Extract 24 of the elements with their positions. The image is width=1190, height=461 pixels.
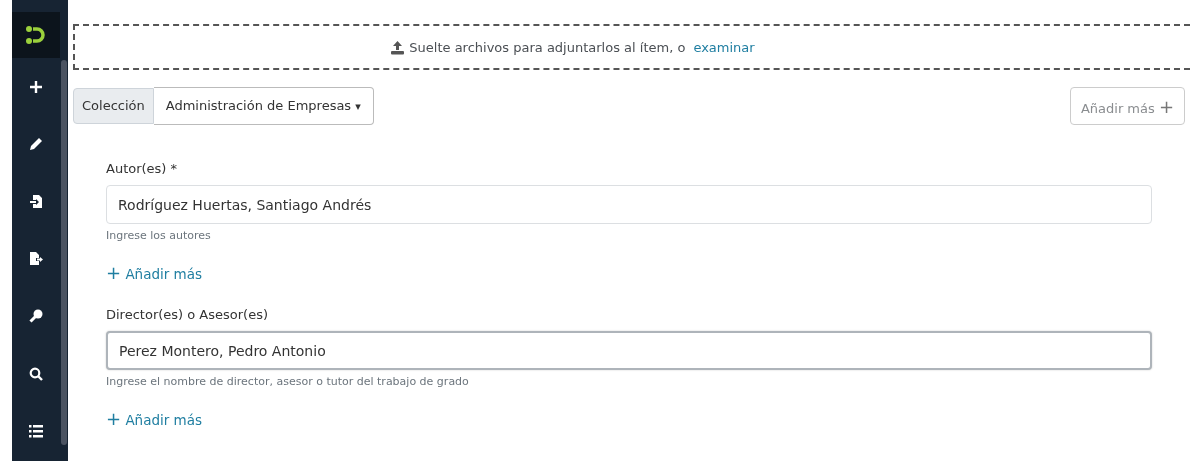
add-more-link[interactable]: + Añadir más xyxy=(106,262,203,283)
logo-icon xyxy=(12,12,60,58)
collection-dropdown[interactable]: Administración de Empresas ▾ xyxy=(153,86,374,125)
browse-link[interactable]: examinar xyxy=(693,39,755,55)
pencil-icon xyxy=(29,136,43,151)
drop-instructions: Suelte archivos para adjuntarlos al ítem, o xyxy=(409,39,686,55)
scrollbar-thumb[interactable] xyxy=(61,60,67,445)
file-export-icon xyxy=(28,251,44,267)
upload-icon xyxy=(390,39,406,55)
plus-icon xyxy=(29,79,43,94)
key-icon xyxy=(29,309,43,324)
list-icon xyxy=(29,424,43,438)
add-more-link[interactable]: + Añadir más xyxy=(106,408,203,429)
collection-label: Colección xyxy=(73,87,154,124)
field-label: Autor(es) * xyxy=(106,161,179,176)
field-hint: Ingrese los autores xyxy=(106,229,212,242)
search-icon xyxy=(29,366,43,381)
file-drop-zone[interactable]: Suelte archivos para adjuntarlos al ítem, o examinar xyxy=(73,24,1190,70)
file-import-icon xyxy=(29,193,43,209)
text-input[interactable]: Rodríguez Huertas, Santiago Andrés xyxy=(106,185,1152,224)
text-input[interactable]: Perez Montero, Pedro Antonio xyxy=(106,331,1152,370)
field-label: Director(es) o Asesor(es) xyxy=(106,307,269,322)
field-hint: Ingrese el nombre de director, asesor o tutor del trabajo de grado xyxy=(106,375,470,388)
add-more-button[interactable]: Añadir más + xyxy=(1069,87,1185,125)
